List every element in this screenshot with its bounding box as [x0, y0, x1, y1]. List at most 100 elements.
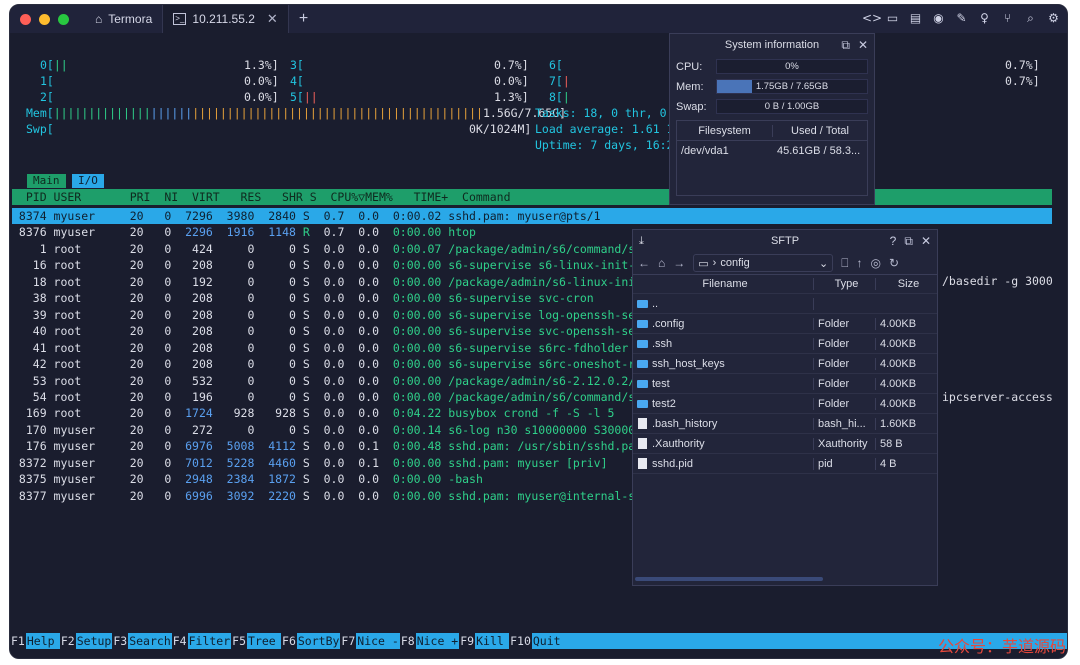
- back-icon[interactable]: ←: [638, 256, 650, 270]
- process-row[interactable]: 8375 myuser 20 0 2948 2384 1872 S 0.0 0.…: [12, 471, 483, 487]
- process-row[interactable]: 170 myuser 20 0 272 0 0 S 0.0 0.0 0:00.1…: [12, 422, 642, 438]
- fkey-f6[interactable]: F6 SortBy: [281, 633, 340, 649]
- key-icon[interactable]: ♀: [977, 11, 992, 26]
- file-size: 4.00KB: [880, 337, 917, 350]
- process-row[interactable]: 8374 myuser 20 0 7296 3980 2840 S 0.7 0.…: [12, 208, 601, 224]
- up-icon[interactable]: ↑: [856, 256, 862, 270]
- fs-row[interactable]: /dev/vda1 45.61GB / 58.3...: [677, 141, 867, 161]
- sftp-file-row[interactable]: .ssh Folder 4.00KB: [633, 334, 937, 354]
- swap-value: 0 B / 1.00GB: [764, 101, 820, 112]
- sftp-nav-bar: ← ⌂ → ▭ › config ⌄ ⎕ ↑ ◎ ↻: [633, 252, 937, 274]
- record-icon[interactable]: ◉: [931, 11, 946, 26]
- tab-session[interactable]: >_ 10.211.55.2 ✕: [162, 5, 289, 33]
- download-icon[interactable]: ⤓: [639, 235, 644, 248]
- sftp-file-row[interactable]: .Xauthority Xauthority 58 B: [633, 434, 937, 454]
- process-row[interactable]: 18 root 20 0 192 0 0 S 0.0 0.0 0:00.00 /…: [12, 274, 649, 290]
- folder-icon: [637, 359, 648, 368]
- sftp-file-list[interactable]: .. .config Folder 4.00KB .ssh Folder 4.00KB ssh…: [633, 294, 937, 474]
- cpu-core-meter: 2[: [40, 90, 54, 104]
- process-row[interactable]: 54 root 20 0 196 0 0 S 0.0 0.0 0:00.00 /…: [12, 389, 649, 405]
- fkey-f7[interactable]: F7 Nice -: [340, 633, 399, 649]
- sftp-file-row[interactable]: ssh_host_keys Folder 4.00KB: [633, 354, 937, 374]
- window-controls: [20, 13, 69, 25]
- file-type: Folder: [814, 357, 876, 370]
- col-size[interactable]: Size: [876, 278, 937, 290]
- zoom-window-button[interactable]: [58, 13, 69, 25]
- code-icon[interactable]: <>: [862, 11, 882, 26]
- sftp-file-row[interactable]: sshd.pid pid 4 B: [633, 454, 937, 474]
- process-row[interactable]: 169 root 20 0 1724 928 928 S 0.0 0.0 0:0…: [12, 405, 615, 421]
- pen-icon[interactable]: ✎: [954, 11, 969, 26]
- new-tab-button[interactable]: +: [289, 10, 318, 28]
- cpu-bar: 0%: [716, 59, 868, 74]
- close-tab-icon[interactable]: ✕: [267, 11, 278, 27]
- col-filename[interactable]: Filename: [633, 278, 814, 290]
- process-table-header[interactable]: PID USER PRI NI VIRT RES SHR S CPU%▽MEM%…: [12, 189, 1052, 205]
- swap-row: Swap: 0 B / 1.00GB: [676, 99, 868, 114]
- overflow-text: ipcserver-access: [942, 390, 1053, 404]
- horizontal-scrollbar[interactable]: [635, 577, 823, 581]
- process-row[interactable]: 38 root 20 0 208 0 0 S 0.0 0.0 0:00.00 s…: [12, 290, 594, 306]
- panel-title-text: SFTP: [770, 235, 800, 247]
- col-type[interactable]: Type: [814, 278, 876, 290]
- process-row[interactable]: 42 root 20 0 208 0 0 S 0.0 0.0 0:00.00 s…: [12, 356, 649, 372]
- folder-icon[interactable]: ▭: [885, 11, 900, 26]
- tab-main[interactable]: Main: [27, 174, 66, 188]
- close-icon[interactable]: ✕: [921, 234, 931, 249]
- fkey-f9[interactable]: F9 Kill: [459, 633, 509, 649]
- sftp-file-row[interactable]: test Folder 4.00KB: [633, 374, 937, 394]
- cpu-core-value: 0.7%]: [1005, 74, 1040, 88]
- popout-icon[interactable]: ⧉: [841, 38, 850, 53]
- refresh-icon[interactable]: ↻: [889, 256, 899, 270]
- fkey-f3[interactable]: F3 Search: [112, 633, 171, 649]
- swap-bar: 0 B / 1.00GB: [716, 99, 868, 114]
- fkey-f1[interactable]: F1 Help: [10, 633, 60, 649]
- file-icon: [638, 438, 647, 450]
- swap-meter: Swp[: [26, 122, 54, 136]
- drive-icon: ▭: [698, 257, 709, 270]
- forward-icon[interactable]: →: [673, 256, 685, 270]
- minimize-window-button[interactable]: [39, 13, 50, 25]
- process-row[interactable]: 8372 myuser 20 0 7012 5228 4460 S 0.0 0.…: [12, 455, 608, 471]
- tab-home[interactable]: ⌂ Termora: [85, 5, 162, 33]
- cpu-core-value: 1.3%]: [244, 58, 279, 72]
- eye-icon[interactable]: ◎: [870, 256, 880, 270]
- help-icon[interactable]: ?: [890, 234, 897, 249]
- tab-io[interactable]: I/O: [72, 174, 104, 188]
- popout-icon[interactable]: ⧉: [904, 234, 913, 249]
- document-icon[interactable]: ▤: [908, 11, 923, 26]
- close-icon[interactable]: ✕: [858, 38, 868, 53]
- fkey-f4[interactable]: F4 Filter: [171, 633, 231, 649]
- file-type: Folder: [814, 317, 876, 330]
- fkey-f8[interactable]: F8 Nice +: [399, 633, 459, 649]
- fs-col-filesystem[interactable]: Filesystem: [677, 124, 773, 137]
- process-row[interactable]: 16 root 20 0 208 0 0 S 0.0 0.0 0:00.00 s…: [12, 257, 649, 273]
- fkey-f2[interactable]: F2 Setup: [59, 633, 112, 649]
- process-row[interactable]: 41 root 20 0 208 0 0 S 0.0 0.0 0:00.00 s…: [12, 340, 629, 356]
- sftp-file-row[interactable]: ..: [633, 294, 937, 314]
- bookmark-icon[interactable]: ⎕: [841, 256, 848, 271]
- process-row[interactable]: 40 root 20 0 208 0 0 S 0.0 0.0 0:00.00 s…: [12, 323, 649, 339]
- sftp-file-row[interactable]: test2 Folder 4.00KB: [633, 394, 937, 414]
- close-window-button[interactable]: [20, 13, 31, 25]
- process-row[interactable]: 1 root 20 0 424 0 0 S 0.0 0.0 0:00.07 /p…: [12, 241, 649, 257]
- sftp-file-row[interactable]: .config Folder 4.00KB: [633, 314, 937, 334]
- load-average: Load average: 1.61 1: [535, 122, 674, 136]
- process-row[interactable]: 53 root 20 0 532 0 0 S 0.0 0.0 0:00.00 /…: [12, 373, 649, 389]
- process-row[interactable]: 8377 myuser 20 0 6996 3092 2220 S 0.0 0.…: [12, 488, 649, 504]
- overflow-text: /basedir -g 3000: [942, 274, 1053, 288]
- home-icon[interactable]: ⌂: [658, 256, 665, 270]
- title-bar: ⌂ Termora >_ 10.211.55.2 ✕ + <> ▭ ▤ ◉ ✎ …: [10, 5, 1067, 33]
- cpu-row: CPU: 0%: [676, 59, 868, 74]
- search-icon[interactable]: ⌕: [1023, 11, 1038, 26]
- sftp-file-row[interactable]: .bash_history bash_hi... 1.60KB: [633, 414, 937, 434]
- fkey-f10[interactable]: F10 Quit: [509, 633, 566, 649]
- gear-icon[interactable]: ⚙: [1046, 11, 1061, 26]
- path-dropdown[interactable]: ▭ › config ⌄: [693, 254, 834, 272]
- fs-col-used[interactable]: Used / Total: [773, 125, 867, 137]
- fkey-f5[interactable]: F5 Tree: [231, 633, 281, 649]
- process-row[interactable]: 39 root 20 0 208 0 0 S 0.0 0.0 0:00.00 s…: [12, 307, 649, 323]
- branch-icon[interactable]: ⑂: [1000, 11, 1015, 26]
- process-row[interactable]: 8376 myuser 20 0 2296 1916 1148 R 0.7 0.…: [12, 224, 476, 240]
- process-row[interactable]: 176 myuser 20 0 6976 5008 4112 S 0.0 0.1…: [12, 438, 642, 454]
